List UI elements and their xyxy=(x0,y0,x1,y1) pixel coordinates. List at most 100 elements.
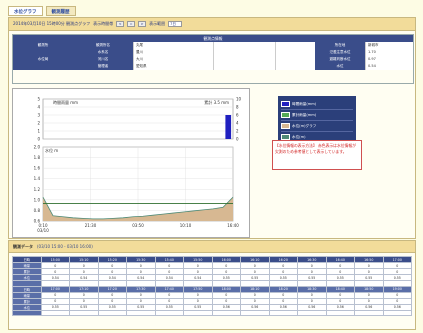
info-cell: 水位局 xyxy=(13,56,73,63)
level-y-tick: 1.2 xyxy=(34,187,41,192)
table-cell xyxy=(382,309,412,317)
info-cell xyxy=(213,49,275,56)
legend-label: 時間雨量(mm) xyxy=(292,101,317,106)
info-cell: 水位 xyxy=(315,63,365,70)
info-cell: 氾濫注意水位 xyxy=(315,49,365,56)
info-row: 水位局 河川名 大川 避難判断水位 0.97 xyxy=(13,56,413,63)
info-cell xyxy=(213,56,275,63)
observation-table: 日時 15:00 15:10 15:20 15:30 15:40 15:50 16:00 16:… xyxy=(12,256,412,317)
info-cell xyxy=(275,49,315,56)
legend-label: 水位(m)グラフ xyxy=(292,123,317,128)
rain-chart-title: 時間雨量 mm xyxy=(53,99,78,105)
rain-y2-tick: 10 xyxy=(236,97,242,102)
info-cell: 観測所 xyxy=(13,42,73,49)
chart-svg: 時間雨量 mm 累計 3.5 mm水位 m54321010864202.01.81… xyxy=(34,97,242,234)
info-row: 管理者 愛知県 水位 0.54 xyxy=(13,63,413,70)
rain-plot-area xyxy=(42,98,234,140)
info-cell: 丸尾 xyxy=(133,42,213,49)
info-cell xyxy=(213,42,275,49)
table-cell xyxy=(97,309,127,317)
table-row xyxy=(12,309,412,317)
table-cell xyxy=(268,309,298,317)
graph-panel: 2014年03月10日 15時00分 観測点グラフ 表示時間帯 < = > 表示… xyxy=(8,17,416,239)
rain-y2-tick: 0 xyxy=(236,137,239,142)
panel-titlebar: 2014年03月10日 15時00分 観測点グラフ 表示時間帯 < = > 表示… xyxy=(9,18,415,31)
rain-y2-tick: 6 xyxy=(236,113,239,118)
info-cell xyxy=(13,49,73,56)
water-level-chart: 時間雨量 mm 累計 3.5 mm 水位 m 5 4 3 2 1 0 10 8 6 4 2 0 2.0 1.8 1… xyxy=(12,88,250,238)
period-select[interactable]: 7日 xyxy=(168,21,183,27)
table-cell xyxy=(325,309,355,317)
rain-bar xyxy=(225,115,232,139)
observation-range: (03/10 15:00 - 03/10 16:00) xyxy=(37,244,93,249)
x-date-label: 03/10 xyxy=(37,228,49,233)
tab-water-graph[interactable]: 水位グラフ xyxy=(8,6,43,16)
legend-item: 累計雨量(mm) xyxy=(281,110,353,121)
station-info: 観測点情報 観測所 観測所名 丸尾 所在地 新城市 水系名 豊川 氾濫注意水位 … xyxy=(12,34,414,84)
level-y-tick: 1.0 xyxy=(34,197,41,202)
info-cell: 避難判断水位 xyxy=(315,56,365,63)
x-tick: 21:30 xyxy=(85,223,97,228)
legend-label: 累計雨量(mm) xyxy=(292,112,317,117)
info-cell: 豊川 xyxy=(133,49,213,56)
info-cell: 大川 xyxy=(133,56,213,63)
rain-y2-tick: 8 xyxy=(236,105,239,110)
level-y-tick: 1.4 xyxy=(34,176,41,181)
info-row: 水系名 豊川 氾濫注意水位 1.70 xyxy=(13,49,413,56)
info-cell: 新城市 xyxy=(365,42,413,49)
x-tick: 16:40 xyxy=(227,223,239,228)
info-cell: 観測所名 xyxy=(73,42,133,49)
rain-y-tick: 2 xyxy=(37,121,40,126)
current-button[interactable]: = xyxy=(127,21,136,27)
level-y-tick: 2.0 xyxy=(34,145,41,150)
table-cell xyxy=(40,309,70,317)
rain-y-tick: 4 xyxy=(37,105,40,110)
station-info-header: 観測点情報 xyxy=(13,35,413,42)
range-label: 表示時間帯 xyxy=(93,21,114,26)
rain-y2-tick: 4 xyxy=(236,121,239,126)
legend-swatch xyxy=(281,112,290,118)
level-chart-title: 水位 m xyxy=(45,147,58,153)
info-cell xyxy=(275,63,315,70)
display-note: 【水位情報の表示方法】 赤色表示は水位情報が欠測のため参考値として表示しています… xyxy=(272,140,362,170)
table-cell xyxy=(183,309,213,317)
table-cell xyxy=(354,309,384,317)
level-y-tick: 0.8 xyxy=(34,208,41,213)
rain-y-tick: 1 xyxy=(37,129,40,134)
legend-label: 水位(m) xyxy=(292,134,306,139)
level-y-tick: 1.6 xyxy=(34,166,41,171)
table-cell xyxy=(211,309,241,317)
rain-y-tick: 5 xyxy=(37,97,40,102)
info-cell xyxy=(275,42,315,49)
table-cell xyxy=(126,309,156,317)
info-cell: 河川名 xyxy=(73,56,133,63)
tab-bar: 水位グラフ 観測履歴 xyxy=(8,6,76,16)
info-cell: 水系名 xyxy=(73,49,133,56)
table-cell xyxy=(12,309,42,317)
info-cell xyxy=(13,63,73,70)
legend-swatch xyxy=(281,123,290,129)
info-cell: 0.97 xyxy=(365,56,413,63)
next-button[interactable]: > xyxy=(138,21,147,27)
tab-observation-history[interactable]: 観測履歴 xyxy=(45,6,76,16)
observation-title: 観測データ xyxy=(13,243,33,249)
info-cell xyxy=(275,56,315,63)
info-cell: 1.70 xyxy=(365,49,413,56)
observation-header: 観測データ (03/10 15:00 - 03/10 16:00) xyxy=(9,241,415,253)
table-cell xyxy=(69,309,99,317)
legend-swatch xyxy=(281,101,290,107)
observation-data-panel: 観測データ (03/10 15:00 - 03/10 16:00) 日時 15:0… xyxy=(8,240,416,330)
rain-y-tick: 0 xyxy=(37,137,40,142)
rain-y2-tick: 2 xyxy=(236,129,239,134)
info-cell xyxy=(213,63,275,70)
x-tick: 03:50 xyxy=(132,223,144,228)
rain-total-label: 累計 3.5 mm xyxy=(204,99,229,105)
table-cell xyxy=(297,309,327,317)
legend-item: 水位(m)グラフ xyxy=(281,121,353,132)
info-row: 観測所 観測所名 丸尾 所在地 新城市 xyxy=(13,42,413,49)
info-cell: 所在地 xyxy=(315,42,365,49)
prev-button[interactable]: < xyxy=(116,21,125,27)
datetime-label: 2014年03月10日 15時00分 観測点グラフ xyxy=(13,21,91,26)
info-cell: 管理者 xyxy=(73,63,133,70)
info-cell: 愛知県 xyxy=(133,63,213,70)
